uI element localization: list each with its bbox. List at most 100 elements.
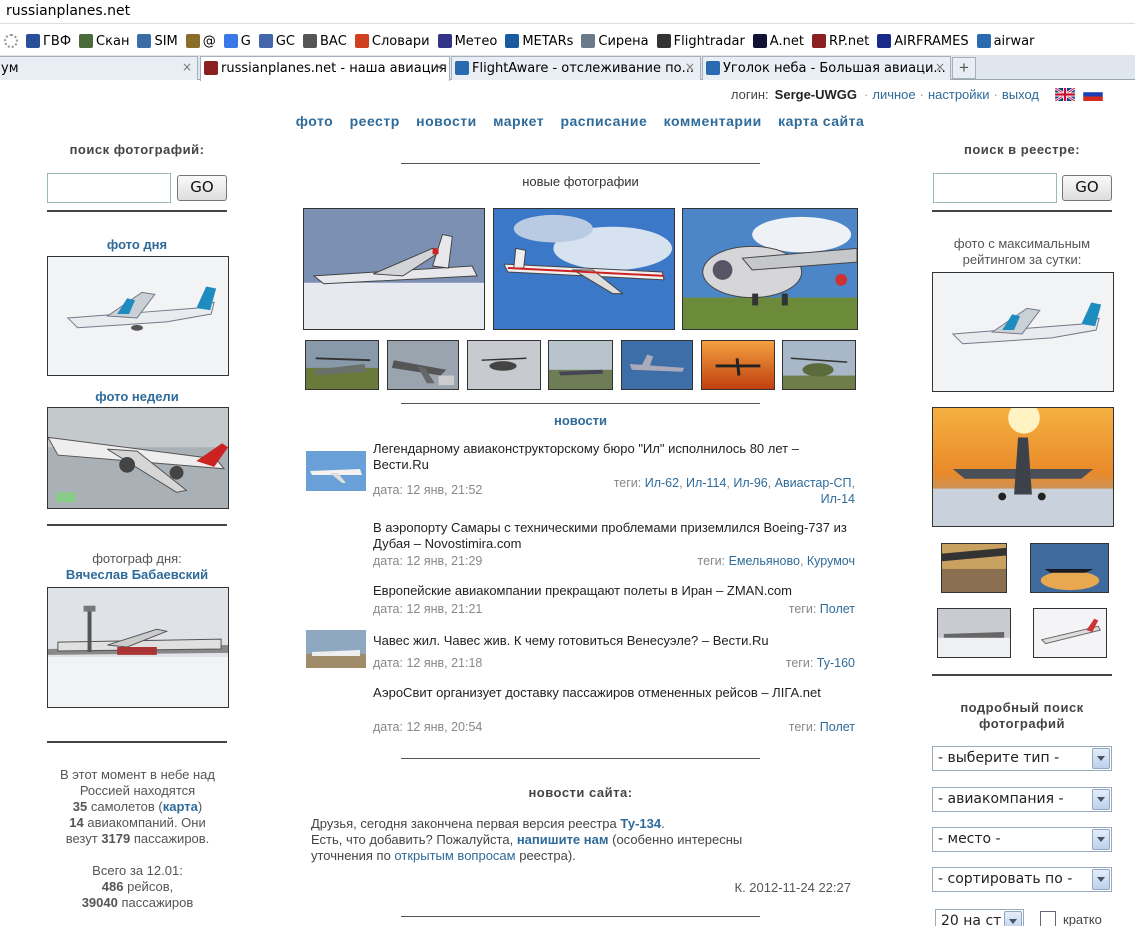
bookmark-1[interactable]: ГВФ	[26, 34, 71, 49]
chevron-down-icon[interactable]	[1004, 911, 1022, 926]
bookmark-10[interactable]: METARs	[505, 34, 573, 49]
uk-flag-icon[interactable]	[1055, 88, 1075, 101]
new-tab-button[interactable]: +	[952, 57, 976, 79]
bookmark-14[interactable]: RP.net	[811, 34, 869, 49]
tab-3[interactable]: FlightAware - отслеживание по... ×	[451, 56, 701, 80]
tag-link[interactable]: Ту-160	[817, 656, 855, 670]
new-thumb-3[interactable]	[467, 340, 541, 390]
new-photo-3[interactable]	[682, 208, 858, 330]
bookmark-4[interactable]: @	[185, 34, 216, 49]
chevron-down-icon[interactable]	[1092, 869, 1110, 890]
tab-close-icon[interactable]: ×	[685, 60, 695, 74]
right-thumb-2[interactable]	[1030, 543, 1109, 593]
settings-link[interactable]: настройки	[928, 87, 990, 102]
bookmark-16[interactable]: airwar	[976, 34, 1034, 49]
featured-photo-jet[interactable]	[932, 407, 1114, 527]
new-photo-2[interactable]	[493, 208, 675, 330]
place-select[interactable]: - место -	[932, 827, 1112, 852]
tag-link[interactable]: Ил-14	[821, 492, 855, 506]
tag-link[interactable]: Полет	[820, 602, 855, 616]
tab-close-icon[interactable]: ×	[182, 60, 192, 74]
photo-search-input[interactable]	[47, 173, 171, 203]
photo-of-day-image[interactable]	[47, 256, 229, 376]
news-heading[interactable]: новости	[401, 413, 760, 428]
bookmark-7[interactable]: ВАС	[303, 34, 347, 49]
news-thumb-1[interactable]	[306, 451, 366, 491]
photographer-of-day-name[interactable]: Вячеслав Бабаевский	[47, 567, 227, 582]
new-thumb-2[interactable]	[387, 340, 459, 390]
per-page-select[interactable]: 20 на ст	[935, 909, 1024, 926]
address-text[interactable]: russianplanes.net	[6, 3, 130, 19]
tag-link[interactable]: Ил-62	[645, 476, 679, 490]
news-item-3-title[interactable]: Европейские авиакомпании прекращают поле…	[373, 583, 853, 599]
brief-checkbox[interactable]	[1040, 911, 1056, 926]
photo-search-go-button[interactable]: GO	[177, 175, 227, 201]
bookmark-2[interactable]: Скан	[79, 34, 129, 49]
news-item-5-title[interactable]: АэроСвит организует доставку пассажиров …	[373, 685, 853, 701]
nav-sitemap[interactable]: карта сайта	[778, 113, 864, 129]
sort-select[interactable]: - сортировать по -	[932, 867, 1112, 892]
nav-photo[interactable]: фото	[296, 113, 334, 129]
bookmark-0[interactable]	[4, 34, 18, 48]
photographer-of-day-image[interactable]	[47, 587, 229, 708]
tag-link[interactable]: Полет	[820, 720, 855, 734]
chevron-down-icon[interactable]	[1092, 829, 1110, 850]
news-item-1-title[interactable]: Легендарному авиаконструкторскому бюро "…	[373, 441, 853, 473]
tab-2[interactable]: russianplanes.net - наша авиация ×	[200, 56, 450, 81]
photo-of-week-link[interactable]: фото недели	[47, 389, 227, 404]
tag-link[interactable]: Курумоч	[807, 554, 855, 568]
chevron-down-icon[interactable]	[1092, 748, 1110, 769]
bookmark-11[interactable]: Сирена	[581, 34, 649, 49]
news-thumb-4[interactable]	[306, 630, 366, 668]
bookmark-8[interactable]: Словари	[354, 34, 430, 49]
tab-1[interactable]: ум ×	[0, 56, 198, 80]
personal-link[interactable]: личное	[872, 87, 915, 102]
address-bar[interactable]: russianplanes.net	[0, 0, 1135, 24]
bookmark-9[interactable]: Метео	[437, 34, 497, 49]
bookmark-6[interactable]: GC	[258, 34, 295, 49]
nav-schedule[interactable]: расписание	[560, 113, 647, 129]
open-questions-link[interactable]: открытым вопросам	[394, 848, 515, 863]
bookmark-15[interactable]: AIRFRAMES	[877, 34, 969, 49]
right-thumb-1[interactable]	[941, 543, 1007, 593]
tab-close-icon[interactable]: ×	[935, 60, 945, 74]
logout-link[interactable]: выход	[1002, 87, 1039, 102]
tag-link[interactable]: Авиастар-СП	[775, 476, 852, 490]
map-link[interactable]: карта	[163, 799, 198, 814]
write-us-link[interactable]: напишите нам	[517, 832, 609, 847]
type-select[interactable]: - выберите тип -	[932, 746, 1112, 771]
nav-registry[interactable]: реестр	[350, 113, 400, 129]
news-item-4-title[interactable]: Чавес жил. Чавес жив. К чему готовиться …	[373, 633, 853, 649]
tu134-link[interactable]: Ту-134	[620, 816, 661, 831]
new-thumb-1[interactable]	[305, 340, 379, 390]
tab-4[interactable]: Уголок неба - Большая авиаци... ×	[702, 56, 951, 80]
registry-search-go-button[interactable]: GO	[1062, 175, 1112, 201]
right-thumb-4[interactable]	[1033, 608, 1107, 658]
bookmark-13[interactable]: A.net	[752, 34, 804, 49]
new-thumb-7[interactable]	[782, 340, 856, 390]
bookmark-12[interactable]: Flightradar	[656, 34, 745, 49]
username[interactable]: Serge-UWGG	[775, 87, 857, 102]
new-thumb-5[interactable]	[621, 340, 693, 390]
registry-search-input[interactable]	[933, 173, 1057, 203]
top-rated-photo[interactable]	[932, 272, 1114, 392]
new-photo-1[interactable]	[303, 208, 485, 330]
bookmark-5[interactable]: G	[223, 34, 251, 49]
tag-link[interactable]: Ил-114	[686, 476, 726, 490]
new-thumb-4[interactable]	[548, 340, 613, 390]
news-item-2-title[interactable]: В аэропорту Самары с техническими пробле…	[373, 520, 853, 552]
bookmark-3[interactable]: SIM	[137, 34, 178, 49]
airline-select[interactable]: - авиакомпания -	[932, 787, 1112, 812]
nav-news[interactable]: новости	[416, 113, 477, 129]
nav-comments[interactable]: комментарии	[664, 113, 762, 129]
tag-link[interactable]: Ил-96	[733, 476, 767, 490]
photo-of-day-link[interactable]: фото дня	[47, 237, 227, 252]
chevron-down-icon[interactable]	[1092, 789, 1110, 810]
tab-close-icon[interactable]: ×	[434, 60, 444, 74]
tag-link[interactable]: Емельяново	[729, 554, 800, 568]
photo-of-week-image[interactable]	[47, 407, 229, 509]
nav-market[interactable]: маркет	[493, 113, 544, 129]
right-thumb-3[interactable]	[937, 608, 1011, 658]
new-thumb-6[interactable]	[701, 340, 775, 390]
russia-flag-icon[interactable]	[1083, 88, 1103, 101]
